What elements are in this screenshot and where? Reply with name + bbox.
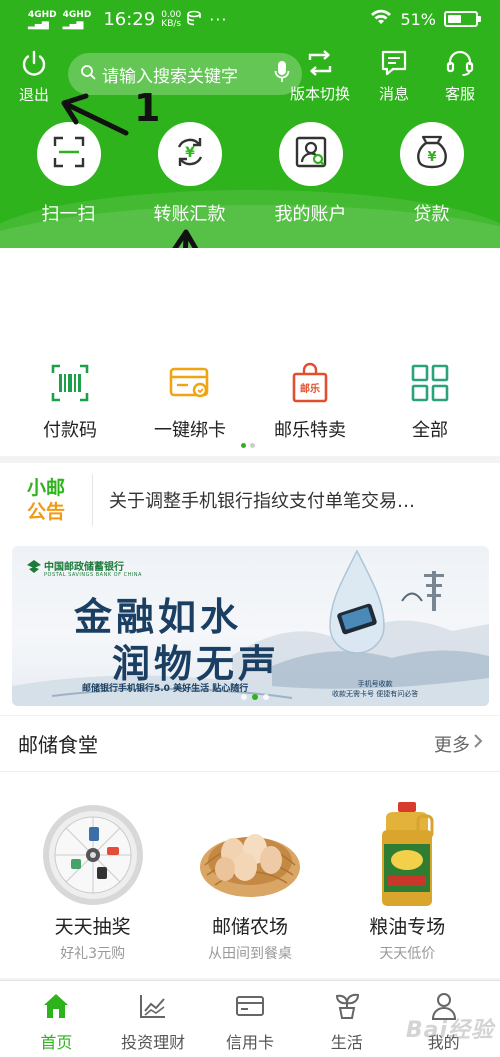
bind-card-icon xyxy=(168,365,212,405)
watermark: Bai经验 xyxy=(405,1018,494,1043)
grain-oil-card[interactable]: 粮油专场 天天低价 xyxy=(337,802,477,963)
canteen-section: 邮储食堂 更多 天天抽奖 好礼3元购 邮储农场 从田间到餐桌 粮油专场 天天低价 xyxy=(0,716,500,978)
banner-dot xyxy=(241,694,247,700)
banner-pager xyxy=(241,694,269,700)
grain-oil-sub: 天天低价 xyxy=(379,946,436,962)
farm-sub: 从田间到餐桌 xyxy=(207,946,292,962)
bank-name: 中国邮政储蓄银行 xyxy=(44,562,124,573)
pager-dot-active xyxy=(241,443,246,448)
nav-investment[interactable]: 投资理财 xyxy=(108,981,198,1057)
svg-text:邮乐: 邮乐 xyxy=(300,382,320,395)
features-section: 付款码 一键绑卡 邮乐 邮乐特卖 全部 xyxy=(0,248,500,456)
bank-name-en: POSTAL SAVINGS BANK OF CHINA xyxy=(44,572,142,578)
shopping-bag-icon: 邮乐 xyxy=(291,362,329,408)
more-link[interactable]: 更多 xyxy=(434,731,484,757)
chart-icon xyxy=(139,993,167,1023)
nav-credit-card-label: 信用卡 xyxy=(225,1033,274,1052)
credit-card-icon xyxy=(235,994,265,1022)
banner-dot-active xyxy=(252,694,258,700)
youle-sale-button[interactable]: 邮乐 邮乐特卖 xyxy=(255,362,365,442)
features-pager xyxy=(241,443,255,448)
announcement-text: 关于调整手机银行指纹支付单笔交易… xyxy=(109,491,415,512)
home-icon xyxy=(42,992,70,1024)
lottery-wheel-image xyxy=(41,803,145,911)
canteen-title: 邮储食堂 xyxy=(18,733,98,757)
all-features-button[interactable]: 全部 xyxy=(375,363,485,442)
chevron-right-icon xyxy=(472,732,484,755)
payment-code-label: 付款码 xyxy=(43,420,97,441)
announcement-logo: 小邮 公告 xyxy=(26,477,65,523)
announcement-bar[interactable]: 小邮 公告 关于调整手机银行指纹支付单笔交易… xyxy=(0,463,500,537)
lottery-card[interactable]: 天天抽奖 好礼3元购 xyxy=(23,802,163,963)
youle-sale-label: 邮乐特卖 xyxy=(274,420,346,441)
plant-icon xyxy=(333,992,361,1024)
all-features-label: 全部 xyxy=(412,420,448,441)
farm-card[interactable]: 邮储农场 从田间到餐桌 xyxy=(180,802,320,963)
banner-dot xyxy=(263,694,269,700)
banner-tagline-2: 手机号收款 收款无需卡号 便捷有问必答 xyxy=(332,680,419,698)
lottery-name: 天天抽奖 xyxy=(54,916,131,938)
oil-bottle-image xyxy=(372,800,442,914)
grain-oil-name: 粮油专场 xyxy=(369,916,446,938)
nav-life[interactable]: 生活 xyxy=(302,981,392,1057)
lottery-sub: 好礼3元购 xyxy=(60,946,126,962)
nav-credit-card[interactable]: 信用卡 xyxy=(205,981,295,1057)
promo-banner[interactable]: 中国邮政储蓄银行 POSTAL SAVINGS BANK OF CHINA 金融… xyxy=(12,546,489,706)
bind-card-label: 一键绑卡 xyxy=(154,420,226,441)
nav-home-label: 首页 xyxy=(40,1033,73,1052)
farm-name: 邮储农场 xyxy=(211,916,288,938)
eggs-nest-image xyxy=(195,805,305,909)
bind-card-button[interactable]: 一键绑卡 xyxy=(135,365,245,442)
grid-icon xyxy=(410,363,450,407)
nav-home[interactable]: 首页 xyxy=(11,981,101,1057)
arrow-1 xyxy=(61,93,129,136)
banner-tagline: 邮储银行手机银行5.0 美好生活 贴心随行 xyxy=(82,684,249,694)
barcode-icon xyxy=(50,363,90,407)
postal-bank-logo-icon xyxy=(26,559,42,579)
banner-slogan-2: 润物无声 xyxy=(112,641,281,686)
annotation-number-1: 1 xyxy=(134,86,161,130)
pager-dot xyxy=(250,443,255,448)
banner-section: 中国邮政储蓄银行 POSTAL SAVINGS BANK OF CHINA 金融… xyxy=(0,537,500,715)
payment-code-button[interactable]: 付款码 xyxy=(15,363,125,442)
nav-investment-label: 投资理财 xyxy=(121,1033,186,1052)
nav-life-label: 生活 xyxy=(330,1033,363,1052)
